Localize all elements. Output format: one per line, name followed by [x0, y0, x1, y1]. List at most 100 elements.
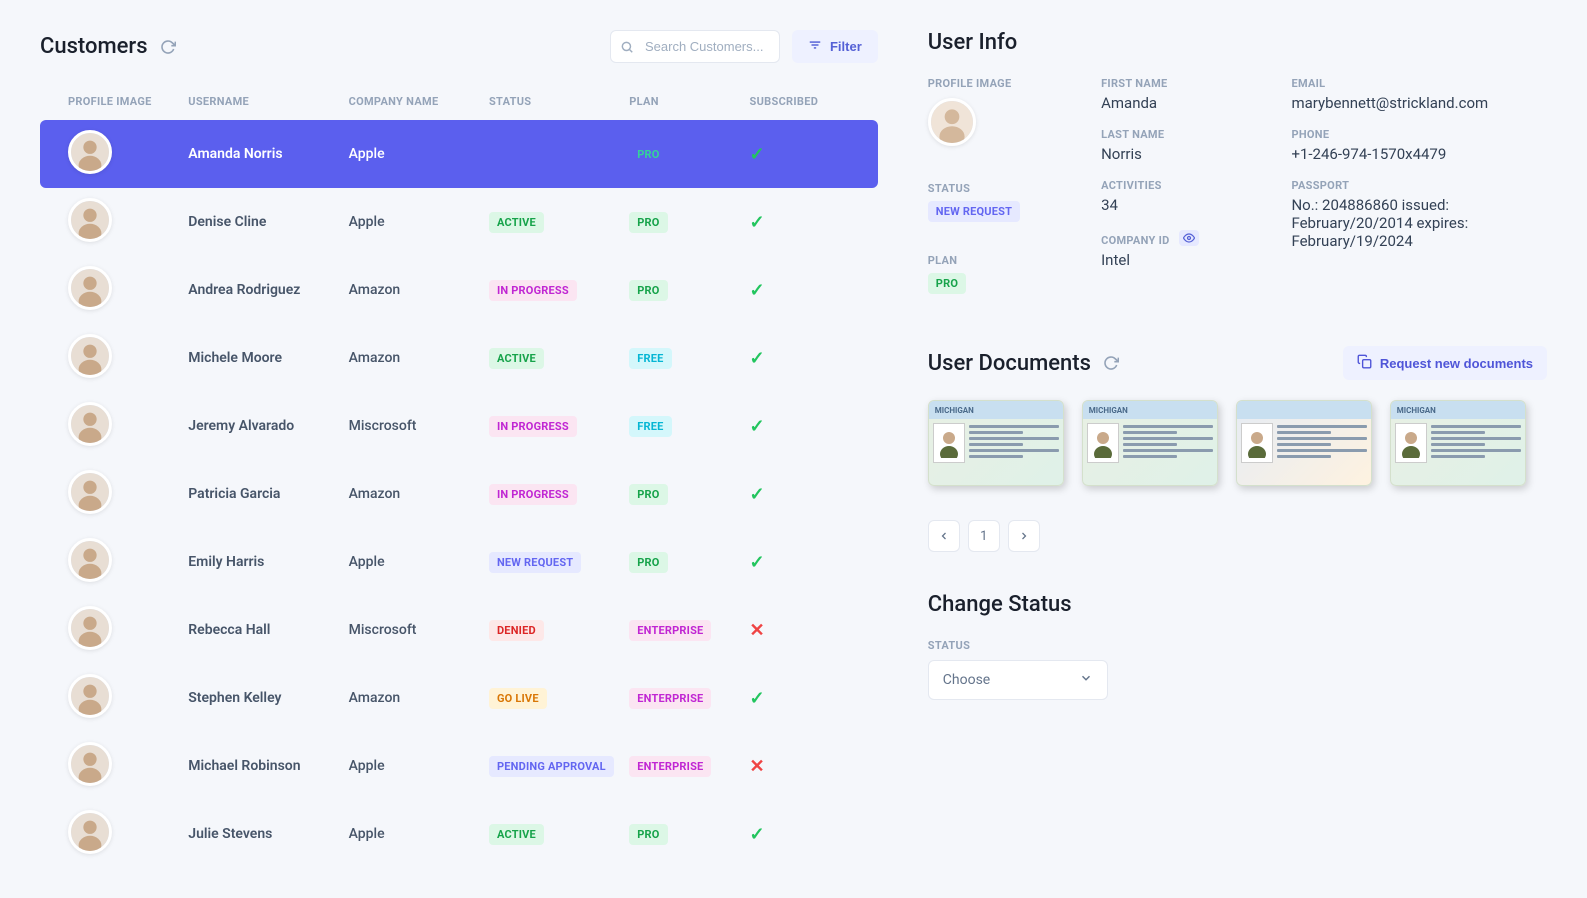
search-input[interactable]	[610, 30, 780, 63]
label-first-name: FIRST NAME	[1101, 77, 1271, 90]
avatar	[68, 470, 112, 514]
cell-status: PENDING APPROVAL	[489, 756, 629, 777]
document-card[interactable]: MICHIGAN	[1390, 400, 1526, 486]
table-row[interactable]: Rebecca Hall Miscrosoft DENIED ENTERPRIS…	[40, 596, 878, 664]
filter-label: Filter	[830, 39, 862, 54]
table-row[interactable]: Stephen Kelley Amazon GO LIVE ENTERPRISE…	[40, 664, 878, 732]
cell-plan: PRO	[629, 144, 749, 165]
cell-plan: FREE	[629, 348, 749, 369]
status-select[interactable]: Choose	[928, 660, 1108, 700]
user-status-badge: NEW REQUEST	[928, 201, 1020, 222]
value-email: marybennett@strickland.com	[1291, 94, 1547, 112]
cell-username: Emily Harris	[188, 554, 348, 570]
chevron-down-icon	[1079, 671, 1093, 689]
page-prev-button[interactable]	[928, 520, 960, 552]
cell-subscribed: ✓	[750, 348, 850, 369]
customers-title: Customers	[40, 34, 148, 59]
table-row[interactable]: Amanda Norris Apple PRO ✓	[40, 120, 878, 188]
cell-subscribed: ✓	[750, 688, 850, 709]
value-phone: +1-246-974-1570x4479	[1291, 145, 1547, 163]
label-passport: PASSPORT	[1291, 179, 1547, 192]
document-photo	[933, 423, 965, 463]
table-row[interactable]: Emily Harris Apple NEW REQUEST PRO ✓	[40, 528, 878, 596]
table-row[interactable]: Michael Robinson Apple PENDING APPROVAL …	[40, 732, 878, 800]
cell-subscribed: ✓	[750, 212, 850, 233]
label-company-id: COMPANY ID	[1101, 230, 1271, 247]
label-email: EMAIL	[1291, 77, 1547, 90]
cell-username: Julie Stevens	[188, 826, 348, 842]
user-avatar	[928, 98, 976, 146]
cell-plan: ENTERPRISE	[629, 620, 749, 641]
value-activities: 34	[1101, 196, 1271, 214]
cell-subscribed: ✓	[750, 280, 850, 301]
search-input-wrapper	[610, 30, 780, 63]
cell-company: Apple	[349, 214, 489, 230]
col-username: USERNAME	[188, 95, 348, 108]
table-row[interactable]: Michele Moore Amazon ACTIVE FREE ✓	[40, 324, 878, 392]
cell-company: Miscrosoft	[349, 418, 489, 434]
cell-company: Amazon	[349, 690, 489, 706]
table-row[interactable]: Denise Cline Apple ACTIVE PRO ✓	[40, 188, 878, 256]
cell-status: DENIED	[489, 620, 629, 641]
avatar	[68, 810, 112, 854]
table-row[interactable]: Andrea Rodriguez Amazon IN PROGRESS PRO …	[40, 256, 878, 324]
cell-company: Apple	[349, 146, 489, 162]
cell-status: ACTIVE	[489, 212, 629, 233]
label-activities: ACTIVITIES	[1101, 179, 1271, 192]
request-documents-label: Request new documents	[1380, 356, 1533, 371]
cell-plan: PRO	[629, 212, 749, 233]
document-photo	[1395, 423, 1427, 463]
cell-status: GO LIVE	[489, 688, 629, 709]
cell-plan: ENTERPRISE	[629, 688, 749, 709]
label-status: STATUS	[928, 182, 1081, 195]
cell-username: Andrea Rodriguez	[188, 282, 348, 298]
col-status: STATUS	[489, 95, 629, 108]
cell-status: IN PROGRESS	[489, 484, 629, 505]
avatar	[68, 334, 112, 378]
document-card[interactable]	[1236, 400, 1372, 486]
cell-status: ACTIVE	[489, 348, 629, 369]
copy-icon	[1357, 354, 1372, 372]
col-plan: PLAN	[629, 95, 749, 108]
cell-subscribed: ✓	[750, 416, 850, 437]
cell-status: ACTIVE	[489, 824, 629, 845]
filter-icon	[808, 38, 822, 55]
cell-username: Michael Robinson	[188, 758, 348, 774]
eye-icon[interactable]	[1179, 230, 1199, 246]
cell-company: Apple	[349, 826, 489, 842]
avatar	[68, 198, 112, 242]
filter-button[interactable]: Filter	[792, 30, 878, 63]
value-first-name: Amanda	[1101, 94, 1271, 112]
customers-header: Customers Filter	[40, 30, 878, 63]
cell-company: Apple	[349, 758, 489, 774]
table-row[interactable]: Julie Stevens Apple ACTIVE PRO ✓	[40, 800, 878, 868]
col-subscribed: SUBSCRIBED	[750, 95, 850, 108]
cell-username: Stephen Kelley	[188, 690, 348, 706]
user-plan-badge: PRO	[928, 273, 966, 294]
document-card[interactable]: MICHIGAN	[928, 400, 1064, 486]
avatar	[68, 538, 112, 582]
label-last-name: LAST NAME	[1101, 128, 1271, 141]
document-card[interactable]: MICHIGAN	[1082, 400, 1218, 486]
table-row[interactable]: Patricia Garcia Amazon IN PROGRESS PRO ✓	[40, 460, 878, 528]
avatar	[68, 606, 112, 650]
refresh-icon[interactable]	[160, 39, 176, 55]
cell-plan: PRO	[629, 552, 749, 573]
col-company: COMPANY NAME	[349, 95, 489, 108]
table-row[interactable]: Jeremy Alvarado Miscrosoft IN PROGRESS F…	[40, 392, 878, 460]
request-documents-button[interactable]: Request new documents	[1343, 346, 1547, 380]
cell-subscribed: ✓	[750, 824, 850, 845]
label-profile-image: PROFILE IMAGE	[928, 77, 1081, 90]
avatar	[68, 402, 112, 446]
search-icon	[620, 40, 634, 54]
cell-subscribed: ✕	[750, 620, 850, 641]
page-number[interactable]: 1	[968, 520, 1000, 552]
table-header: PROFILE IMAGE USERNAME COMPANY NAME STAT…	[40, 83, 878, 120]
refresh-docs-icon[interactable]	[1103, 355, 1119, 371]
user-info-title: User Info	[928, 30, 1547, 55]
avatar	[68, 266, 112, 310]
cell-plan: PRO	[629, 824, 749, 845]
cell-subscribed: ✓	[750, 552, 850, 573]
page-next-button[interactable]	[1008, 520, 1040, 552]
cell-plan: ENTERPRISE	[629, 756, 749, 777]
